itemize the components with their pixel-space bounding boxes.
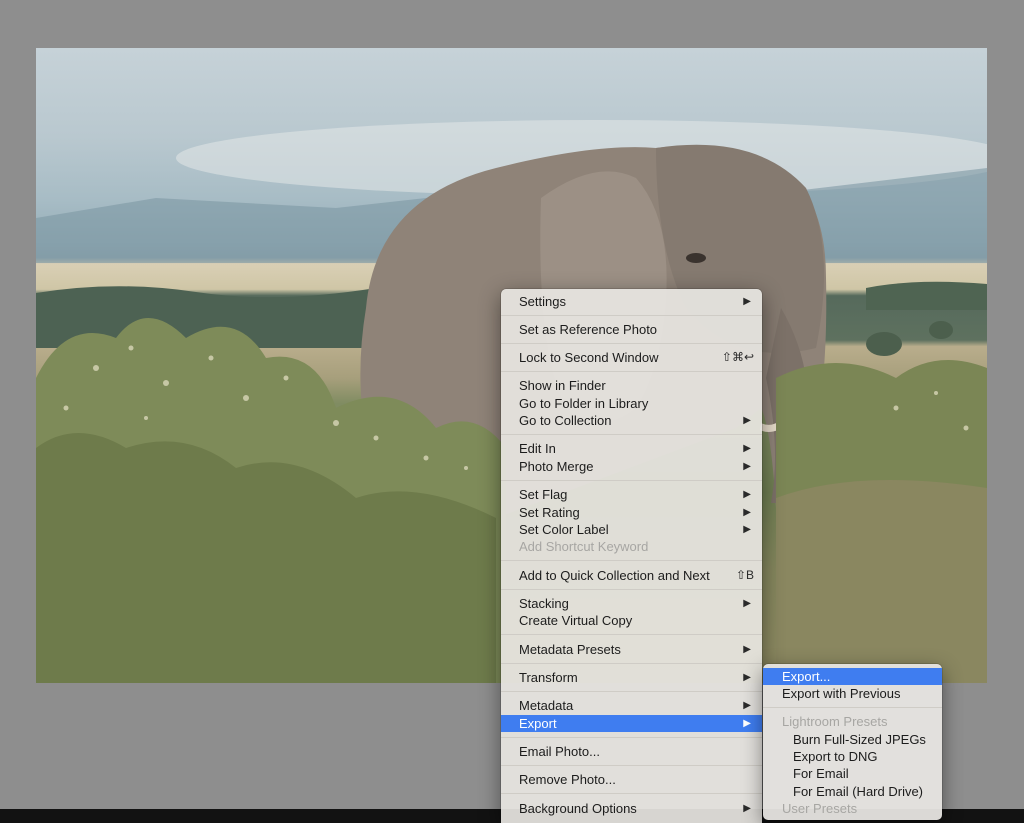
- menu-item-remove-photo[interactable]: Remove Photo...: [501, 771, 762, 788]
- menu-separator: [501, 793, 762, 794]
- menu-item-settings[interactable]: Settings ▶: [501, 293, 762, 310]
- submenu-arrow-icon: ▶: [743, 644, 751, 655]
- submenu-arrow-icon: ▶: [743, 296, 751, 307]
- submenu-arrow-icon: ▶: [743, 507, 751, 518]
- submenu-arrow-icon: ▶: [743, 718, 751, 729]
- menu-item-set-color-label[interactable]: Set Color Label ▶: [501, 521, 762, 538]
- menu-item-lock-second-window[interactable]: Lock to Second Window ⇧⌘↩: [501, 349, 762, 366]
- menu-item-export[interactable]: Export ▶: [501, 715, 762, 732]
- menu-item-background-options[interactable]: Background Options ▶: [501, 800, 762, 817]
- shortcut-label: ⇧⌘↩: [721, 350, 754, 364]
- menu-item-add-shortcut-keyword: Add Shortcut Keyword: [519, 539, 649, 554]
- menu-separator: [501, 371, 762, 372]
- submenu-header-lightroom-presets: Lightroom Presets: [782, 714, 888, 729]
- menu-item-set-flag[interactable]: Set Flag ▶: [501, 486, 762, 503]
- menu-separator: [501, 634, 762, 635]
- menu-separator: [501, 663, 762, 664]
- menu-separator: [501, 589, 762, 590]
- submenu-item-for-email[interactable]: For Email: [763, 765, 942, 782]
- menu-separator: [501, 434, 762, 435]
- menu-item-show-in-finder[interactable]: Show in Finder: [501, 377, 762, 394]
- menu-separator: [501, 737, 762, 738]
- menu-separator: [501, 560, 762, 561]
- submenu-item-for-email-hard-drive[interactable]: For Email (Hard Drive): [763, 783, 942, 800]
- menu-item-set-reference-photo[interactable]: Set as Reference Photo: [501, 321, 762, 338]
- submenu-arrow-icon: ▶: [743, 672, 751, 683]
- submenu-item-burn-full-sized-jpegs[interactable]: Burn Full-Sized JPEGs: [763, 731, 942, 748]
- context-menu: Settings ▶ Set as Reference Photo Lock to…: [501, 289, 762, 823]
- submenu-item-export-to-dng[interactable]: Export to DNG: [763, 748, 942, 765]
- menu-item-metadata[interactable]: Metadata ▶: [501, 697, 762, 714]
- menu-item-photo-merge[interactable]: Photo Merge ▶: [501, 458, 762, 475]
- submenu-item-export-with-previous[interactable]: Export with Previous: [763, 685, 942, 702]
- menu-separator: [501, 315, 762, 316]
- shortcut-label: ⇧B: [735, 568, 754, 582]
- submenu-arrow-icon: ▶: [743, 598, 751, 609]
- menu-separator: [501, 480, 762, 481]
- menu-separator: [501, 691, 762, 692]
- menu-separator: [501, 765, 762, 766]
- submenu-arrow-icon: ▶: [743, 461, 751, 472]
- menu-item-go-to-collection[interactable]: Go to Collection ▶: [501, 412, 762, 429]
- submenu-arrow-icon: ▶: [743, 415, 751, 426]
- export-submenu: Export... Export with Previous Lightroom…: [763, 664, 942, 820]
- submenu-item-export[interactable]: Export...: [763, 668, 942, 685]
- submenu-arrow-icon: ▶: [743, 803, 751, 814]
- submenu-arrow-icon: ▶: [743, 700, 751, 711]
- menu-item-metadata-presets[interactable]: Metadata Presets ▶: [501, 641, 762, 658]
- menu-item-email-photo[interactable]: Email Photo...: [501, 743, 762, 760]
- menu-item-create-virtual-copy[interactable]: Create Virtual Copy: [501, 612, 762, 629]
- submenu-arrow-icon: ▶: [743, 443, 751, 454]
- menu-item-go-to-folder[interactable]: Go to Folder in Library: [501, 395, 762, 412]
- menu-separator: [501, 343, 762, 344]
- menu-item-stacking[interactable]: Stacking ▶: [501, 595, 762, 612]
- menu-item-add-quick-collection-next[interactable]: Add to Quick Collection and Next ⇧B: [501, 567, 762, 584]
- submenu-header-user-presets: User Presets: [782, 801, 858, 816]
- submenu-arrow-icon: ▶: [743, 489, 751, 500]
- menu-item-set-rating[interactable]: Set Rating ▶: [501, 504, 762, 521]
- submenu-arrow-icon: ▶: [743, 524, 751, 535]
- menu-separator: [763, 707, 942, 708]
- menu-item-transform[interactable]: Transform ▶: [501, 669, 762, 686]
- menu-item-edit-in[interactable]: Edit In ▶: [501, 440, 762, 457]
